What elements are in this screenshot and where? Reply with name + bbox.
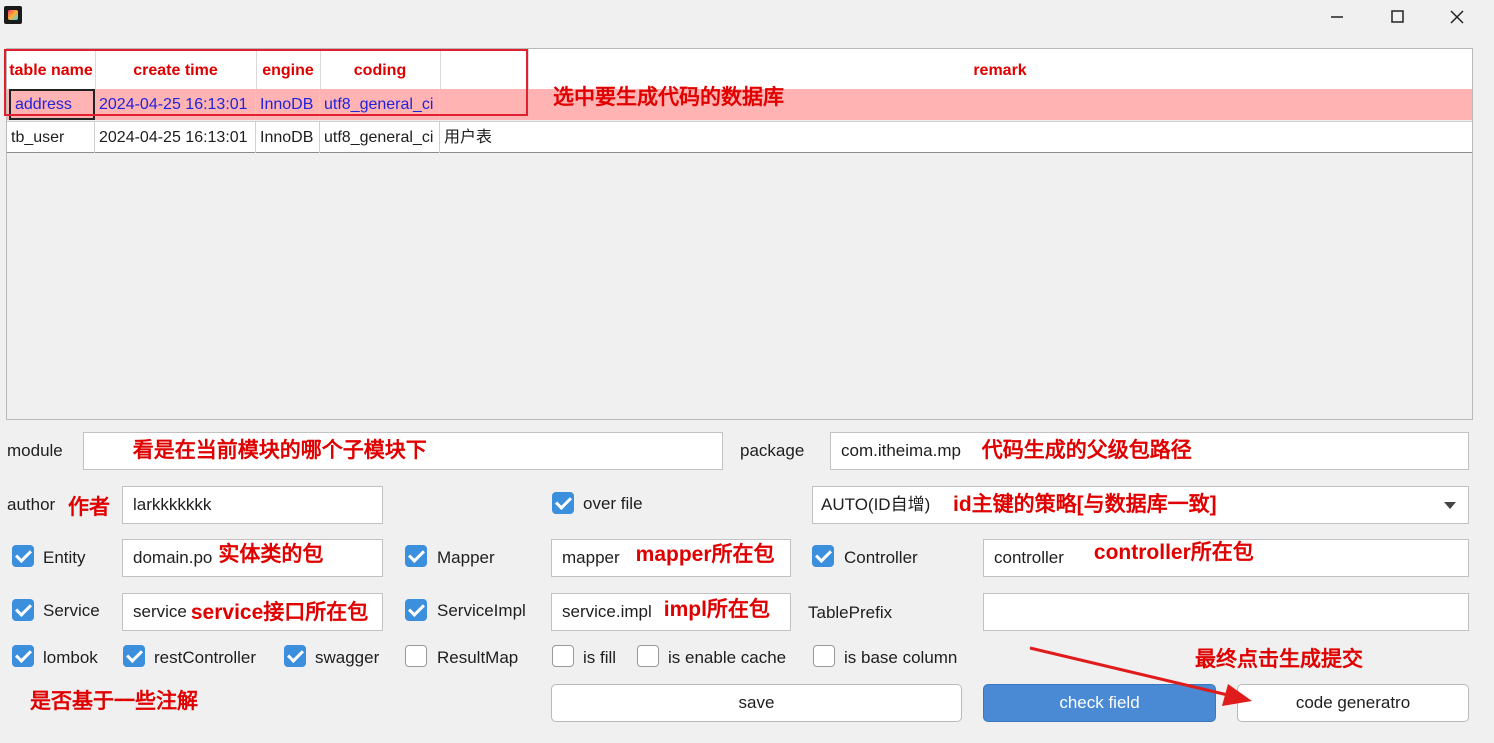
cell-create-time[interactable]: 2024-04-25 16:13:01 xyxy=(95,122,256,153)
annotation-annotations: 是否基于一些注解 xyxy=(30,690,198,713)
mapper-label: Mapper xyxy=(437,548,495,567)
annotation-submit: 最终点击生成提交 xyxy=(1195,648,1363,671)
service-checkbox[interactable] xyxy=(12,599,34,621)
package-value: com.itheima.mp xyxy=(841,441,961,460)
controller-checkbox[interactable] xyxy=(812,545,834,567)
restcontroller-checkbox[interactable] xyxy=(123,645,145,667)
resultmap-checkbox[interactable] xyxy=(405,645,427,667)
author-label: author xyxy=(7,495,56,514)
service-label: Service xyxy=(43,601,100,620)
annotation-module: 看是在当前模块的哪个子模块下 xyxy=(132,439,427,462)
is-enable-cache-label: is enable cache xyxy=(668,648,787,667)
annotation-service: service接口所在包 xyxy=(190,601,369,624)
check-field-button[interactable]: check field xyxy=(983,684,1216,722)
cell-table-name[interactable]: tb_user xyxy=(7,122,95,153)
id-type-select[interactable]: AUTO(ID自增) id主键的策略[与数据库一致] xyxy=(812,486,1469,524)
app-icon xyxy=(4,6,22,24)
restcontroller-label: restController xyxy=(154,648,257,667)
package-label: package xyxy=(740,441,805,460)
cell-coding[interactable]: utf8_general_ci xyxy=(320,89,440,120)
is-enable-cache-checkbox[interactable] xyxy=(637,645,659,667)
cell-coding[interactable]: utf8_general_ci xyxy=(320,122,440,153)
cell-remark[interactable]: 用户表 xyxy=(440,122,1472,153)
entity-label: Entity xyxy=(43,548,86,567)
annotation-package: 代码生成的父级包路径 xyxy=(981,439,1192,462)
lombok-label: lombok xyxy=(43,648,98,667)
column-header-engine[interactable]: engine xyxy=(256,49,321,89)
annotation-controller: controller所在包 xyxy=(1093,541,1254,564)
serviceimpl-value: service.impl xyxy=(562,602,652,621)
tableprefix-input[interactable] xyxy=(983,593,1469,631)
column-header-table-name[interactable]: table name xyxy=(7,49,96,89)
serviceimpl-checkbox[interactable] xyxy=(405,599,427,621)
column-header-blank[interactable] xyxy=(440,49,529,89)
controller-label: Controller xyxy=(844,548,918,567)
is-fill-label: is fill xyxy=(583,648,617,667)
entity-value: domain.po xyxy=(133,548,213,567)
code-generator-button[interactable]: code generatro xyxy=(1237,684,1469,722)
mapper-input[interactable]: mapper mapper所在包 xyxy=(551,539,791,577)
author-value: larkkkkkkk xyxy=(133,495,212,514)
author-input[interactable]: larkkkkkkk xyxy=(122,486,383,524)
column-header-coding[interactable]: coding xyxy=(320,49,441,89)
table-row[interactable]: tb_user 2024-04-25 16:13:01 InnoDB utf8_… xyxy=(7,121,1472,153)
resultmap-label: ResultMap xyxy=(437,648,519,667)
annotation-mapper: mapper所在包 xyxy=(635,543,775,566)
tableprefix-label: TablePrefix xyxy=(808,603,893,622)
module-input[interactable]: 看是在当前模块的哪个子模块下 xyxy=(83,432,723,470)
cell-engine[interactable]: InnoDB xyxy=(256,122,320,153)
annotation-entity: 实体类的包 xyxy=(218,543,324,566)
is-base-column-checkbox[interactable] xyxy=(813,645,835,667)
save-button[interactable]: save xyxy=(551,684,962,722)
cell-table-name[interactable]: address xyxy=(9,89,95,120)
annotation-impl: impl所在包 xyxy=(663,598,770,621)
serviceimpl-input[interactable]: service.impl impl所在包 xyxy=(551,593,791,631)
is-base-column-label: is base column xyxy=(844,648,958,667)
mapper-checkbox[interactable] xyxy=(405,545,427,567)
package-input[interactable]: com.itheima.mp 代码生成的父级包路径 xyxy=(830,432,1469,470)
close-icon[interactable] xyxy=(1445,6,1469,28)
controller-input[interactable]: controller controller所在包 xyxy=(983,539,1469,577)
entity-input[interactable]: domain.po 实体类的包 xyxy=(122,539,383,577)
cell-create-time[interactable]: 2024-04-25 16:13:01 xyxy=(95,89,256,120)
annotation-id-type: id主键的策略[与数据库一致] xyxy=(952,493,1217,516)
annotation-author: 作者 xyxy=(68,496,110,519)
over-file-checkbox[interactable] xyxy=(552,492,574,514)
controller-value: controller xyxy=(994,548,1064,567)
swagger-checkbox[interactable] xyxy=(284,645,306,667)
lombok-checkbox[interactable] xyxy=(12,645,34,667)
swagger-label: swagger xyxy=(315,648,380,667)
minimize-icon[interactable] xyxy=(1325,6,1349,28)
service-value: service xyxy=(133,602,187,621)
mapper-value: mapper xyxy=(562,548,620,567)
maximize-icon[interactable] xyxy=(1385,6,1409,28)
serviceimpl-label: ServiceImpl xyxy=(437,601,526,620)
entity-checkbox[interactable] xyxy=(12,545,34,567)
is-fill-checkbox[interactable] xyxy=(552,645,574,667)
service-input[interactable]: service service接口所在包 xyxy=(122,593,383,631)
over-file-label: over file xyxy=(583,494,643,513)
title-bar xyxy=(0,0,1494,36)
cell-engine[interactable]: InnoDB xyxy=(256,89,320,120)
column-header-create-time[interactable]: create time xyxy=(95,49,257,89)
chevron-down-icon xyxy=(1444,502,1456,509)
id-type-value: AUTO(ID自增) xyxy=(821,495,931,514)
annotation-select-db: 选中要生成代码的数据库 xyxy=(553,86,784,109)
module-label: module xyxy=(7,441,63,460)
